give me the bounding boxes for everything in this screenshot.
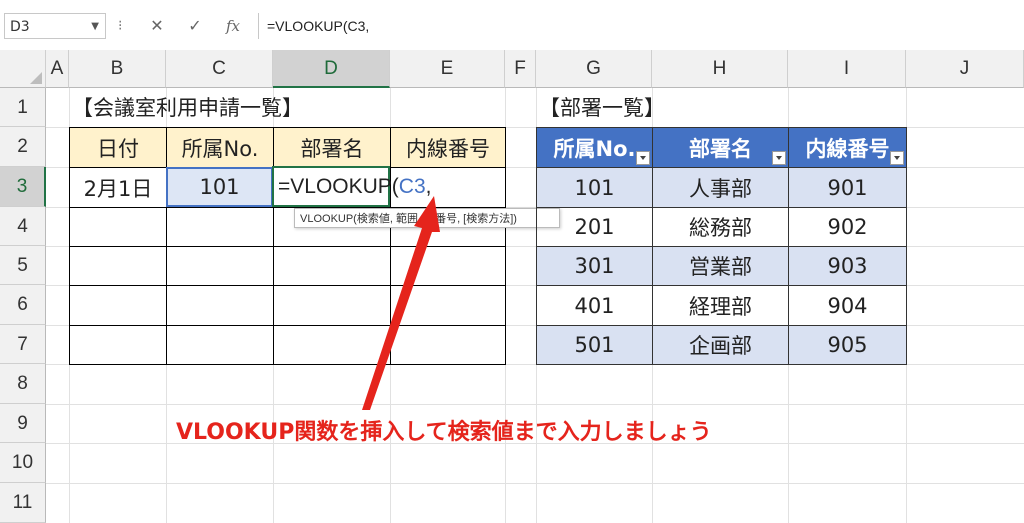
annotation-text: VLOOKUP関数を挿入して検索値まで入力しましょう [176, 420, 712, 445]
red-arrow-shape [362, 196, 440, 410]
